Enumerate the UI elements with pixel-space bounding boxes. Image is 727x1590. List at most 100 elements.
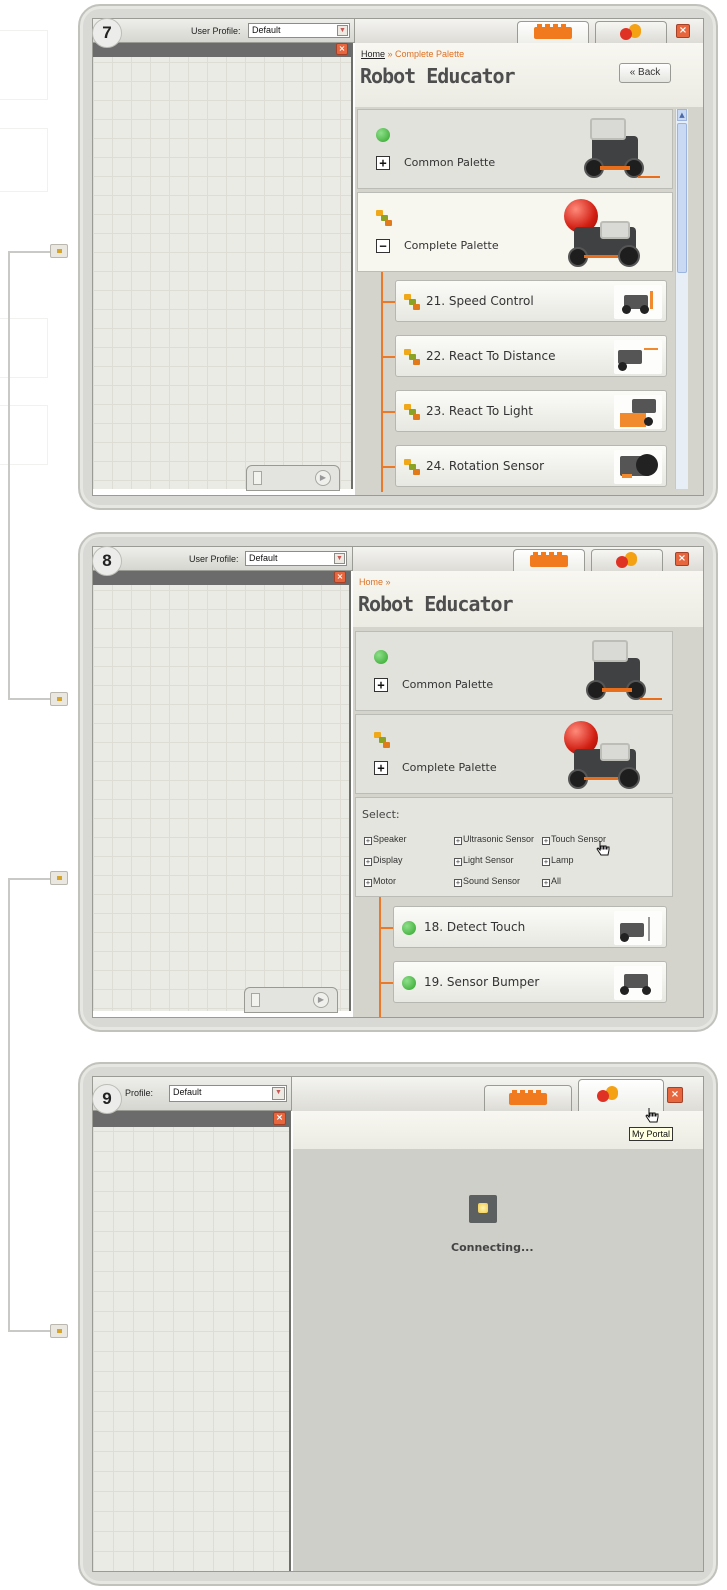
canvas-header [93,571,350,585]
palette-card-complete[interactable]: + Complete Palette [355,714,673,794]
my-portal-tooltip: My Portal [629,1127,674,1141]
programming-canvas[interactable] [93,43,353,489]
connector-node [50,244,68,258]
nxt-window: User Profile: Default ▼ × × ▶ Home » Com… [92,18,704,496]
close-canvas-icon[interactable]: × [336,43,348,55]
step-number: 9 [92,1084,122,1114]
scrollbar[interactable]: ▲ [675,109,688,489]
collapse-icon[interactable]: − [376,239,390,253]
lesson-item[interactable]: 22. React To Distance [395,335,667,377]
my-portal-icon [620,24,642,42]
close-canvas-icon[interactable]: × [334,571,346,583]
filter-option[interactable]: + Display [364,855,403,866]
lego-brick-icon [534,24,572,39]
close-canvas-icon[interactable]: × [273,1112,286,1125]
run-icon[interactable]: ▶ [313,992,329,1008]
select-heading: Select: [362,808,400,821]
step-9-frame: 9 Profile: Default ▼ × My Portal × Conne… [78,1062,718,1586]
expand-icon[interactable]: + [374,678,388,692]
controller-widget[interactable]: ▶ [244,987,338,1013]
tab-strip: × [291,1077,703,1111]
lesson-item[interactable]: 23. React To Light [395,390,667,432]
expand-icon: + [364,837,372,845]
tree-connector [379,897,381,1017]
lesson-title: 23. React To Light [426,404,533,418]
expand-icon[interactable]: + [374,761,388,775]
lesson-blocks-icon [404,404,420,420]
connector-line [8,251,52,253]
palette-card-complete[interactable]: − Complete Palette [357,192,673,272]
breadcrumb-home-link[interactable]: Home » [359,577,391,587]
scroll-up-icon[interactable]: ▲ [677,109,687,121]
filter-option[interactable]: + All [542,876,561,887]
programming-canvas[interactable] [93,571,351,1011]
tree-connector [379,982,393,984]
lesson-item[interactable]: 19. Sensor Bumper [393,961,667,1003]
lesson-item[interactable]: 24. Rotation Sensor [395,445,667,487]
dropdown-arrow-icon[interactable]: ▼ [334,553,345,564]
breadcrumb-current[interactable]: Complete Palette [395,49,464,59]
step-7-frame: 7 User Profile: Default ▼ × × ▶ Home » C… [78,4,718,510]
robot-with-ball-image [538,719,668,793]
nxt-device-icon[interactable] [253,471,262,485]
user-profile-select[interactable]: Default ▼ [245,551,347,566]
close-icon[interactable]: × [676,24,690,38]
hand-cursor-icon [596,841,610,856]
tree-connector [381,411,395,413]
tab-robot-educator[interactable] [517,21,589,43]
lesson-title: 22. React To Distance [426,349,556,363]
user-profile-select[interactable]: Default ▼ [169,1085,287,1102]
panel-header: Home » Complete Palette Robot Educator «… [355,43,703,107]
filter-option[interactable]: + Light Sensor [454,855,514,866]
user-profile-select[interactable]: Default ▼ [248,23,350,38]
user-profile-value: Default [249,553,278,563]
lesson-item[interactable]: 18. Detect Touch [393,906,667,948]
filter-option[interactable]: + Sound Sensor [454,876,520,887]
run-icon[interactable]: ▶ [315,470,331,486]
nxt-device-icon[interactable] [251,993,260,1007]
tab-my-portal[interactable] [591,549,663,571]
user-profile-value: Default [173,1087,202,1097]
dropdown-arrow-icon[interactable]: ▼ [272,1087,285,1100]
user-profile-label: User Profile: [189,554,239,564]
scroll-thumb[interactable] [677,123,687,273]
lesson-thumbnail [614,340,662,374]
robot-educator-panel: Home » Complete Palette Robot Educator «… [355,43,703,495]
green-dot-icon [376,128,390,142]
breadcrumb-home-link[interactable]: Home [361,49,385,59]
connector-line [8,1330,52,1332]
tree-connector [381,301,395,303]
my-portal-panel: Connecting... [293,1111,703,1571]
filter-option[interactable]: + Motor [364,876,396,887]
tab-robot-educator[interactable] [513,549,585,571]
toolbar: Profile: Default ▼ × [93,1077,703,1111]
programming-canvas[interactable] [93,1111,291,1571]
expand-icon: + [454,837,462,845]
connector-line [8,698,52,700]
robot-with-ball-image [538,197,668,271]
canvas-header [93,1111,290,1127]
lesson-title: 21. Speed Control [426,294,534,308]
filter-option[interactable]: + Lamp [542,855,574,866]
expand-icon[interactable]: + [376,156,390,170]
filter-option[interactable]: + Speaker [364,834,407,845]
lesson-thumbnail [614,395,662,429]
lesson-thumbnail [614,966,662,1000]
connecting-status: Connecting... [451,1241,534,1254]
filter-option[interactable]: + Ultrasonic Sensor [454,834,534,845]
dropdown-arrow-icon[interactable]: ▼ [337,25,348,36]
close-icon[interactable]: × [667,1087,683,1103]
close-icon[interactable]: × [675,552,689,566]
page-title: Robot Educator [358,592,514,616]
tab-strip: × [354,19,703,43]
palette-card-common[interactable]: + Common Palette [357,109,673,189]
controller-widget[interactable]: ▶ [246,465,340,491]
palette-card-common[interactable]: + Common Palette [355,631,673,711]
lesson-item[interactable]: 21. Speed Control [395,280,667,322]
tab-my-portal[interactable] [595,21,667,43]
back-button[interactable]: « Back [619,63,671,83]
tab-robot-educator[interactable] [484,1085,572,1111]
decor-faint-box [0,128,48,192]
robot-image [582,636,662,708]
user-profile-label: User Profile: [191,26,241,36]
